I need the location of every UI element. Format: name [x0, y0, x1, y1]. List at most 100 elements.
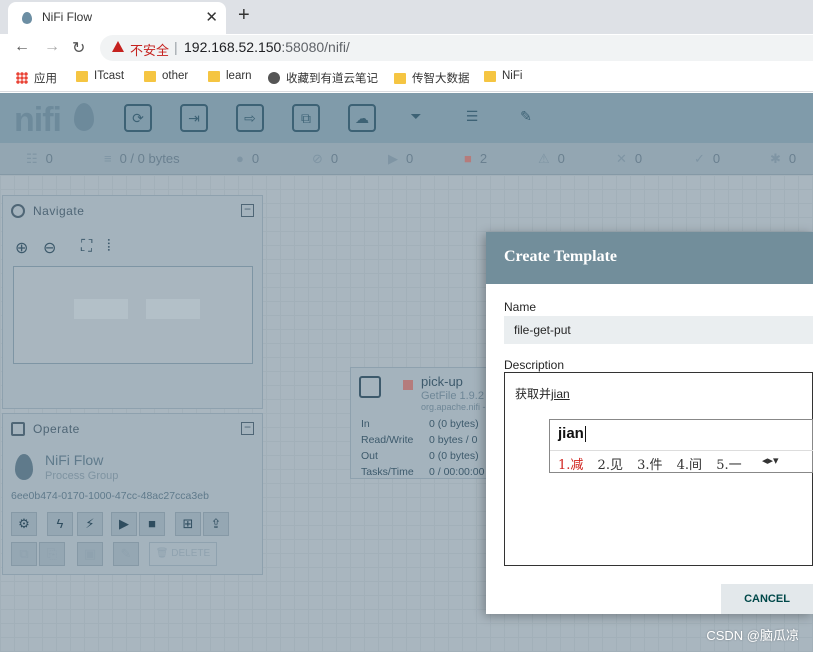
csdn-watermark: CSDN @脑瓜凉 [706, 628, 799, 643]
copy-icon[interactable]: ⧉ [11, 542, 37, 566]
browser-tab[interactable]: NiFi Flow ✕ [8, 2, 226, 34]
stat-value-out: 0 (0 bytes) [429, 450, 479, 462]
apps-grid-icon [16, 72, 28, 84]
bookmark-learn[interactable]: learn [208, 70, 252, 82]
stat-value-tasks: 0 / 00:00:00 [429, 466, 485, 478]
group-icon[interactable]: ▣ [77, 542, 103, 566]
hand-pointer-icon [11, 422, 25, 436]
bookmark-chuanzhi[interactable]: 传智大数据 [394, 70, 470, 86]
status-not-transmitting: ⊘ 0 [312, 151, 339, 166]
delete-button[interactable]: 🗑 DELETE [149, 542, 217, 566]
paste-icon[interactable]: ⎘ [39, 542, 65, 566]
status-threads: ☷ 0 [26, 151, 53, 166]
status-running: ▶ 0 [388, 151, 414, 166]
status-stopped: ■ 2 [464, 151, 488, 166]
start-play-icon[interactable]: ▶ [111, 512, 137, 536]
check-icon: ✓ [694, 151, 705, 166]
bookmark-youdao[interactable]: 收藏到有道云笔记 [268, 70, 378, 86]
ime-candidate[interactable]: 2.见 [598, 458, 623, 473]
navigate-title: Navigate [33, 204, 85, 218]
process-group-drop-icon [15, 454, 33, 480]
name-label: Name [504, 300, 537, 314]
output-port-tool-icon[interactable]: ⇨ [236, 104, 264, 132]
template-name-input[interactable]: file-get-put [504, 316, 813, 344]
minimap-component [74, 299, 128, 319]
operate-component-id: 6ee0b474-0170-1000-47cc-48ac27cca3eb [11, 490, 209, 502]
label-tool-icon[interactable]: ✎ [512, 104, 540, 132]
color-brush-icon[interactable]: ✎ [113, 542, 139, 566]
bookmark-nifi[interactable]: NiFi [484, 70, 522, 82]
nifi-favicon-icon [22, 12, 32, 24]
stat-label-out: Out [361, 450, 378, 462]
tab-title: NiFi Flow [42, 10, 92, 24]
dialog-title: Create Template [504, 248, 618, 265]
minimize-icon[interactable]: − [241, 421, 254, 435]
forward-arrow-icon[interactable]: → [44, 38, 60, 56]
enable-bolt-icon[interactable]: ϟ [47, 512, 73, 536]
globe-icon [268, 72, 280, 84]
queue-icon: ≡ [104, 151, 112, 166]
nifi-drop-logo-icon [74, 103, 94, 131]
url-rest: :58080/nifi/ [281, 39, 350, 55]
input-port-tool-icon[interactable]: ⇥ [180, 104, 208, 132]
processor-tool-icon[interactable]: ⟳ [124, 104, 152, 132]
actual-size-icon[interactable]: ⦙ [107, 238, 111, 256]
reload-icon[interactable]: ↻ [72, 38, 85, 58]
ime-candidate[interactable]: 5.一 [716, 458, 741, 473]
compass-icon [11, 204, 25, 218]
zoom-out-icon[interactable]: ⊖ [43, 238, 56, 258]
browser-tab-bar: NiFi Flow ✕ + [0, 0, 813, 34]
funnel-tool-icon[interactable]: ⏷ [402, 104, 430, 132]
bookmark-apps[interactable]: 应用 [16, 70, 57, 86]
ime-composing-text: jian [551, 387, 570, 401]
stat-label-in: In [361, 418, 370, 430]
template-tool-icon[interactable]: ☰ [458, 104, 486, 132]
stopped-status-icon [403, 380, 413, 390]
stop-square-icon[interactable]: ■ [139, 512, 165, 536]
url-separator: | [174, 39, 178, 55]
url-host: 192.168.52.150 [184, 39, 282, 55]
remote-group-tool-icon[interactable]: ☁ [348, 104, 376, 132]
status-locally-modified: ✱ 0 [770, 151, 797, 166]
process-group-tool-icon[interactable]: ⧉ [292, 104, 320, 132]
close-tab-icon[interactable]: ✕ [205, 8, 218, 26]
operate-component-type: Process Group [45, 470, 119, 482]
create-template-icon[interactable]: ⊞ [175, 512, 201, 536]
cancel-button[interactable]: CANCEL [721, 584, 813, 614]
bookmark-itcast[interactable]: ITcast [76, 70, 124, 82]
zoom-in-icon[interactable]: ⊕ [15, 238, 28, 258]
upload-template-icon[interactable]: ⇪ [203, 512, 229, 536]
url-text: 192.168.52.150:58080/nifi/ [184, 39, 350, 55]
flow-status-bar: ☷ 0 ≡ 0 / 0 bytes ● 0 ⊘ 0 ▶ 0 ■ 2 ⚠ 0 ✕ 0 ✓ 0 ✱ 0 [0, 143, 813, 175]
stat-label-tasks: Tasks/Time [361, 466, 414, 478]
url-input[interactable]: 不安全 | 192.168.52.150:58080/nifi/ [100, 35, 813, 61]
bookmarks-bar: 应用 ITcast other learn 收藏到有道云笔记 传智大数据 NiF… [0, 62, 813, 92]
processor-type: GetFile 1.9.2 [421, 390, 484, 402]
back-arrow-icon[interactable]: ← [14, 38, 30, 56]
ime-candidate[interactable]: 3.件 [637, 458, 662, 473]
stopped-icon: ■ [464, 151, 472, 166]
ime-page-arrows-icon[interactable]: ◂▸▾ [762, 454, 779, 467]
stat-value-in: 0 (0 bytes) [429, 418, 479, 430]
running-icon: ▶ [388, 151, 398, 166]
bookmark-other[interactable]: other [144, 70, 188, 82]
processor-package: org.apache.nifi - [421, 402, 486, 412]
ime-candidate[interactable]: 1.减 [558, 458, 583, 473]
stat-label-readwrite: Read/Write [361, 434, 414, 446]
ime-candidate[interactable]: 4.间 [677, 458, 702, 473]
ime-candidate-window: jian 1.减 2.见 3.件 4.间 5.一 ◂▸▾ [549, 419, 813, 473]
minimap-component [146, 299, 200, 319]
processor-icon [359, 376, 381, 398]
configure-gear-icon[interactable]: ⚙ [11, 512, 37, 536]
birdseye-minimap[interactable] [13, 266, 253, 364]
status-transmitting: ● 0 [236, 151, 260, 166]
minimize-icon[interactable]: − [241, 203, 254, 217]
processor-pick-up[interactable]: pick-up GetFile 1.9.2 org.apache.nifi - … [350, 367, 490, 479]
folder-icon [394, 72, 406, 84]
disable-icon[interactable]: ⚡ [77, 512, 103, 536]
fit-screen-icon[interactable]: ⛶ [81, 238, 92, 256]
new-tab-button[interactable]: + [238, 4, 250, 27]
processor-name: pick-up [421, 374, 463, 389]
security-label[interactable]: 不安全 [130, 40, 169, 59]
status-disabled: ✕ 0 [616, 151, 643, 166]
